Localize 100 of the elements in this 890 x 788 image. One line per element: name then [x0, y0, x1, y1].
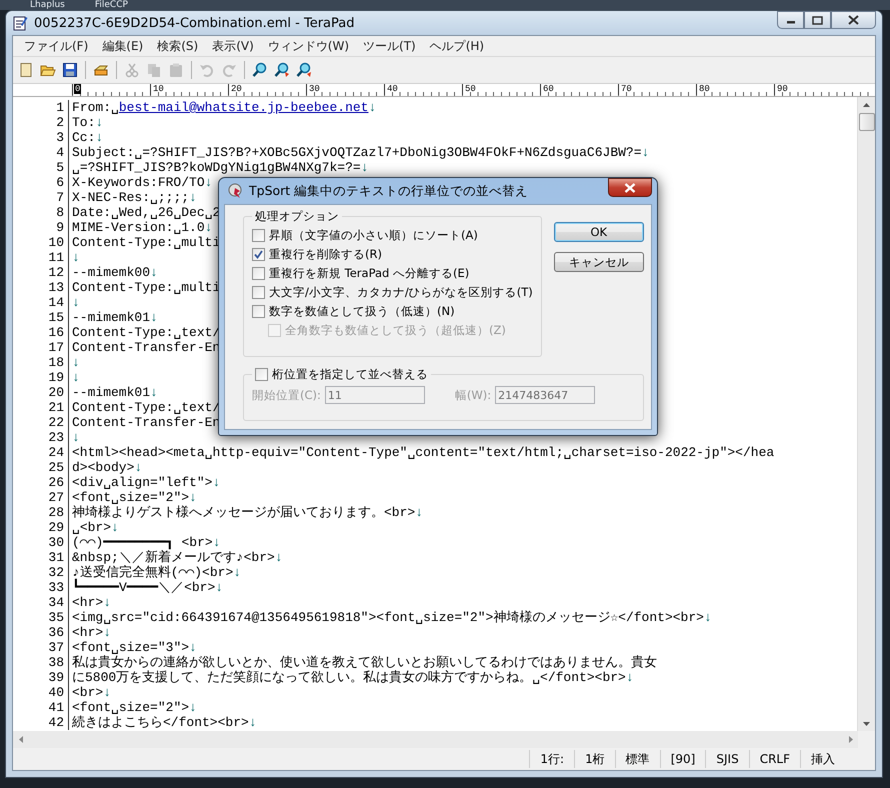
close-icon — [848, 15, 859, 25]
group-label: 処理オプション — [254, 209, 340, 224]
code-line: X-NEC-Res:␣;;;;↓ — [71, 190, 197, 205]
checkbox[interactable] — [252, 267, 265, 280]
code-line: <div␣align="left">↓ — [71, 475, 220, 490]
line-number: 29 — [13, 520, 69, 535]
code-line: ♪送受信完全無料(⌒⌒)<br>↓ — [71, 565, 242, 580]
scroll-right-icon[interactable] — [848, 736, 852, 743]
checkbox[interactable] — [252, 286, 265, 299]
ruler-label: 80 — [698, 84, 711, 94]
code-line: &nbsp;＼／新着メールです♪<br>↓ — [71, 550, 283, 565]
email-link[interactable]: best-mail@whatsite.jp-beebee.net — [118, 100, 368, 115]
background-window-title: Lhaplus — [30, 0, 65, 10]
status-text: CRLF — [748, 750, 800, 768]
line-number: 4 — [13, 145, 69, 160]
window-title: 0052237C-6E9D2D54-Combination.eml - TeraPad — [34, 16, 356, 30]
code-line: (⌒⌒)━━━━━━━━┓ <br>↓ — [71, 535, 221, 550]
menu-item[interactable]: ファイル(F) — [17, 38, 96, 54]
code-line: --mimemk00↓ — [71, 265, 158, 280]
menu-item[interactable]: ウィンドウ(W) — [260, 38, 356, 54]
scroll-up-icon[interactable] — [863, 102, 870, 106]
line-number: 8 — [13, 205, 69, 220]
menu-item[interactable]: ツール(T) — [356, 38, 423, 54]
code-line: に5800万を支援して、ただ笑顔になって欲しい。私は貴女の味方ですからね。␣</font><br>↓ — [71, 670, 634, 685]
scroll-down-icon[interactable] — [863, 722, 870, 726]
menu-item[interactable]: ヘルプ(H) — [422, 38, 492, 54]
dialog-title: TpSort 編集中のテキストの行単位での並べ替え — [249, 182, 530, 200]
ruler-label: 70 — [620, 84, 633, 94]
scroll-thumb[interactable] — [858, 113, 874, 131]
checkbox[interactable] — [255, 368, 268, 381]
code-line: 神埼様よりゲスト様へメッセージが届いております。<br>↓ — [71, 505, 424, 520]
option-label: 数字を数値として扱う（低速）(N) — [269, 304, 455, 319]
code-line: <font␣size="2">↓ — [71, 700, 197, 715]
code-line: ↓ — [71, 430, 80, 445]
code-line: Content-Type:␣text/ — [71, 400, 220, 415]
vertical-scrollbar[interactable] — [857, 97, 875, 731]
code-line: ↓ — [71, 355, 80, 370]
menu-item[interactable]: 表示(V) — [205, 38, 261, 54]
line-number: 20 — [13, 385, 69, 400]
line-number: 32 — [13, 565, 69, 580]
option-label: 重複行を削除する(R) — [269, 247, 382, 262]
line-number: 41 — [13, 700, 69, 715]
find-next-tool-icon[interactable] — [272, 60, 292, 80]
close-button[interactable] — [831, 11, 876, 29]
line-number: 36 — [13, 625, 69, 640]
code-line: Content-Type:␣multi — [71, 280, 220, 295]
dialog-button[interactable]: OK — [554, 222, 644, 242]
option-label: 重複行を新規 TeraPad へ分離する(E) — [269, 266, 470, 281]
line-number: 42 — [13, 715, 69, 730]
status-text: 1桁 — [574, 750, 615, 768]
code-line: Subject:␣=?SHIFT_JIS?B?+XOBc5GXjvOQTZazl7+DboNig3OBW4FOkF+N6ZdsguaC6JBW?=↓ — [71, 145, 650, 160]
checkbox[interactable] — [252, 248, 265, 261]
line-number: 39 — [13, 670, 69, 685]
pin-icon — [228, 183, 244, 199]
line-number: 13 — [13, 280, 69, 295]
menu-item[interactable]: 検索(S) — [150, 38, 206, 54]
code-line: <img␣src="cid:664391674@1356495619818"><font␣size="2">神埼様のメッセージ☆</font><br>↓ — [71, 610, 712, 625]
line-number: 5 — [13, 160, 69, 175]
line-number: 3 — [13, 130, 69, 145]
checkbox[interactable] — [252, 229, 265, 242]
line-number: 30 — [13, 535, 69, 550]
code-line: X-Keywords:FRO/TO↓ — [71, 175, 212, 190]
line-number: 25 — [13, 460, 69, 475]
scroll-left-icon[interactable] — [18, 736, 22, 743]
dialog-button[interactable]: キャンセル — [554, 252, 644, 272]
maximize-button[interactable] — [804, 11, 831, 29]
ruler-label: 60 — [542, 84, 555, 94]
line-number: 17 — [13, 340, 69, 355]
code-line: 私は貴女からの連絡が欲しいとか、使い道を教えて欲しいとお願いしてるわけではありません。貴女 — [71, 655, 657, 670]
line-number: 27 — [13, 490, 69, 505]
horizontal-scrollbar[interactable] — [13, 731, 858, 748]
status-text: 挿入 — [800, 750, 845, 768]
line-number: 23 — [13, 430, 69, 445]
ruler-label: 10 — [152, 84, 165, 94]
ruler-label: 50 — [464, 84, 477, 94]
ruler-label: 30 — [308, 84, 321, 94]
code-line: 続きはよこちら</font><br>↓ — [71, 715, 257, 730]
code-line: <hr>↓ — [71, 595, 112, 610]
menu-item[interactable]: 編集(E) — [95, 38, 150, 54]
status-text: [90] — [660, 750, 706, 768]
minimize-button[interactable] — [777, 11, 804, 29]
close-button[interactable] — [608, 178, 652, 197]
line-number: 19 — [13, 370, 69, 385]
code-line: --mimemk01↓ — [71, 385, 158, 400]
line-number: 11 — [13, 250, 69, 265]
code-line: Cc:↓ — [71, 130, 104, 145]
checkbox[interactable] — [252, 305, 265, 318]
line-number: 34 — [13, 595, 69, 610]
line-number: 16 — [13, 325, 69, 340]
line-number: 31 — [13, 550, 69, 565]
line-number: 2 — [13, 115, 69, 130]
line-number: 35 — [13, 610, 69, 625]
code-line: Content-Type:␣multi — [71, 235, 220, 250]
ruler-label: 40 — [386, 84, 399, 94]
code-line: <br>↓ — [71, 685, 112, 700]
field-label: 開始位置(C): — [252, 388, 321, 402]
line-number: 26 — [13, 475, 69, 490]
ruler-label: 90 — [776, 84, 789, 94]
save-tool-icon[interactable] — [60, 60, 80, 80]
line-number: 18 — [13, 355, 69, 370]
